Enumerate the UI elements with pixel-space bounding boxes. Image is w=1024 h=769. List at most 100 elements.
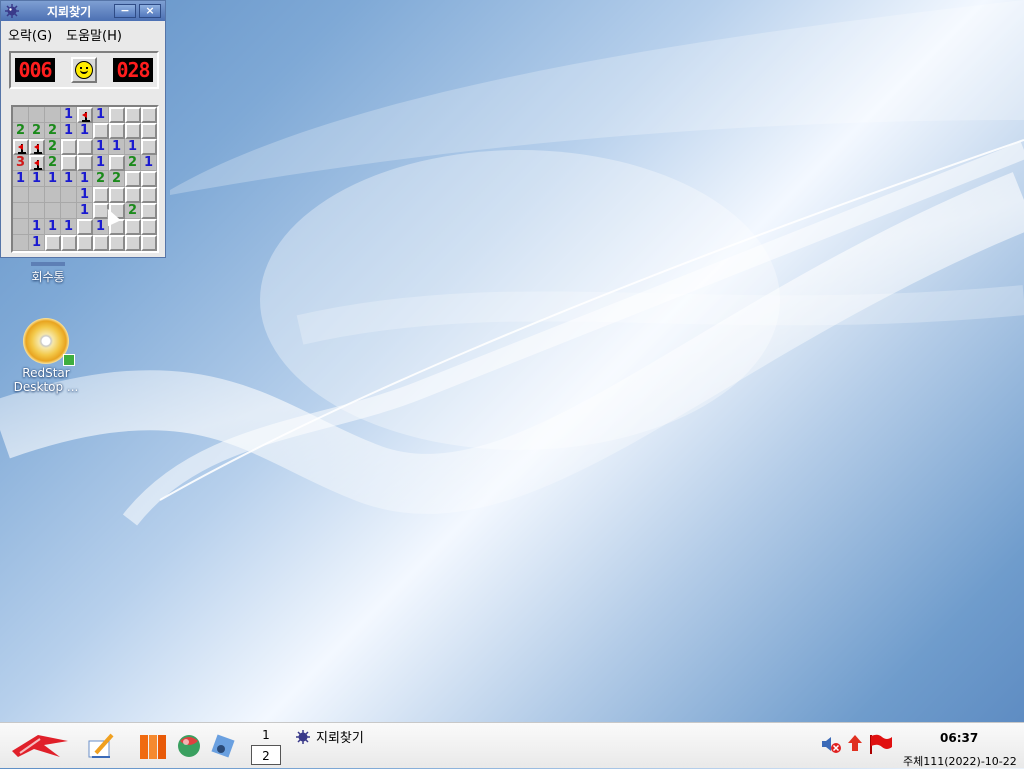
empty-cell[interactable]	[13, 219, 29, 235]
music-player-icon[interactable]	[208, 731, 238, 761]
empty-cell[interactable]	[13, 187, 29, 203]
workspace-2[interactable]: 2	[251, 745, 281, 765]
text-editor-icon[interactable]	[86, 731, 116, 761]
hidden-cell[interactable]	[125, 235, 141, 251]
hidden-cell[interactable]	[141, 235, 157, 251]
network-icon[interactable]	[844, 733, 866, 755]
taskbar-item-minesweeper[interactable]: 지뢰찾기	[296, 727, 364, 746]
hidden-cell[interactable]	[93, 235, 109, 251]
workspace-1[interactable]: 1	[251, 725, 281, 745]
number-cell[interactable]: 1	[77, 187, 93, 203]
hidden-cell[interactable]	[141, 171, 157, 187]
number-cell[interactable]: 1	[45, 219, 61, 235]
number-cell[interactable]: 1	[29, 219, 45, 235]
hidden-cell[interactable]	[93, 187, 109, 203]
hidden-cell[interactable]	[77, 155, 93, 171]
number-cell[interactable]: 2	[45, 155, 61, 171]
hidden-cell[interactable]	[77, 235, 93, 251]
number-cell[interactable]: 1	[93, 155, 109, 171]
hidden-cell[interactable]	[141, 107, 157, 123]
close-button[interactable]: ×	[139, 4, 161, 18]
minimize-button[interactable]: −	[114, 4, 136, 18]
flag-icon[interactable]	[13, 139, 29, 155]
hidden-cell[interactable]	[141, 219, 157, 235]
number-cell[interactable]: 2	[45, 123, 61, 139]
empty-cell[interactable]	[61, 187, 77, 203]
hidden-cell[interactable]	[93, 123, 109, 139]
hidden-cell[interactable]	[125, 219, 141, 235]
flag-icon[interactable]	[29, 139, 45, 155]
empty-cell[interactable]	[13, 203, 29, 219]
hidden-cell[interactable]	[125, 187, 141, 203]
number-cell[interactable]: 2	[45, 139, 61, 155]
hidden-cell[interactable]	[109, 155, 125, 171]
books-icon[interactable]	[138, 731, 168, 761]
empty-cell[interactable]	[61, 203, 77, 219]
hidden-cell[interactable]	[109, 123, 125, 139]
hidden-cell[interactable]	[125, 123, 141, 139]
hidden-cell[interactable]	[125, 107, 141, 123]
number-cell[interactable]: 1	[125, 139, 141, 155]
menu-help[interactable]: 도움말(H)	[59, 25, 129, 44]
empty-cell[interactable]	[13, 107, 29, 123]
hidden-cell[interactable]	[109, 235, 125, 251]
hidden-cell[interactable]	[109, 187, 125, 203]
start-menu-icon[interactable]	[10, 731, 70, 761]
mine-field[interactable]: 1122211211132121111112211211111	[11, 105, 159, 253]
empty-cell[interactable]	[29, 107, 45, 123]
number-cell[interactable]: 1	[141, 155, 157, 171]
flag-icon[interactable]	[866, 733, 892, 755]
new-game-button[interactable]	[71, 57, 97, 83]
empty-cell[interactable]	[45, 107, 61, 123]
hidden-cell[interactable]	[77, 219, 93, 235]
number-cell[interactable]: 1	[77, 123, 93, 139]
empty-cell[interactable]	[45, 187, 61, 203]
hidden-cell[interactable]	[61, 155, 77, 171]
clock-time[interactable]: 06:37	[940, 731, 978, 745]
hidden-cell[interactable]	[141, 187, 157, 203]
number-cell[interactable]: 2	[125, 155, 141, 171]
number-cell[interactable]: 2	[125, 203, 141, 219]
hidden-cell[interactable]	[125, 171, 141, 187]
hidden-cell[interactable]	[77, 139, 93, 155]
number-cell[interactable]: 1	[29, 235, 45, 251]
hidden-cell[interactable]	[141, 203, 157, 219]
desktop-icon-redstar[interactable]: RedStar Desktop ...	[0, 318, 92, 394]
empty-cell[interactable]	[13, 235, 29, 251]
number-cell[interactable]: 1	[93, 107, 109, 123]
web-browser-icon[interactable]	[174, 731, 204, 761]
empty-cell[interactable]	[45, 203, 61, 219]
volume-muted-icon[interactable]	[820, 733, 842, 755]
hidden-cell[interactable]	[141, 123, 157, 139]
number-cell[interactable]: 1	[61, 123, 77, 139]
desktop-icon-trash[interactable]: 회수통	[2, 262, 94, 285]
flag-icon[interactable]	[29, 155, 45, 171]
number-cell[interactable]: 1	[61, 107, 77, 123]
flag-icon[interactable]	[77, 107, 93, 123]
number-cell[interactable]: 1	[93, 139, 109, 155]
number-cell[interactable]: 1	[77, 171, 93, 187]
number-cell[interactable]: 1	[61, 219, 77, 235]
number-cell[interactable]: 2	[13, 123, 29, 139]
number-cell[interactable]: 1	[109, 139, 125, 155]
hidden-cell[interactable]	[141, 139, 157, 155]
empty-cell[interactable]	[29, 203, 45, 219]
number-cell[interactable]: 3	[13, 155, 29, 171]
number-cell[interactable]: 1	[61, 171, 77, 187]
number-cell[interactable]: 1	[13, 171, 29, 187]
number-cell[interactable]: 2	[109, 171, 125, 187]
minesweeper-window: 지뢰찾기 − × 오락(G) 도움말(H) 006 028 1122211211…	[0, 0, 166, 258]
empty-cell[interactable]	[29, 187, 45, 203]
desktop-icon-trash-label: 회수통	[31, 270, 65, 284]
number-cell[interactable]: 2	[29, 123, 45, 139]
hidden-cell[interactable]	[61, 139, 77, 155]
number-cell[interactable]: 1	[45, 171, 61, 187]
number-cell[interactable]: 1	[29, 171, 45, 187]
number-cell[interactable]: 1	[77, 203, 93, 219]
hidden-cell[interactable]	[109, 107, 125, 123]
window-titlebar[interactable]: 지뢰찾기 − ×	[1, 1, 165, 21]
number-cell[interactable]: 2	[93, 171, 109, 187]
hidden-cell[interactable]	[61, 235, 77, 251]
hidden-cell[interactable]	[45, 235, 61, 251]
menu-game[interactable]: 오락(G)	[1, 25, 59, 44]
